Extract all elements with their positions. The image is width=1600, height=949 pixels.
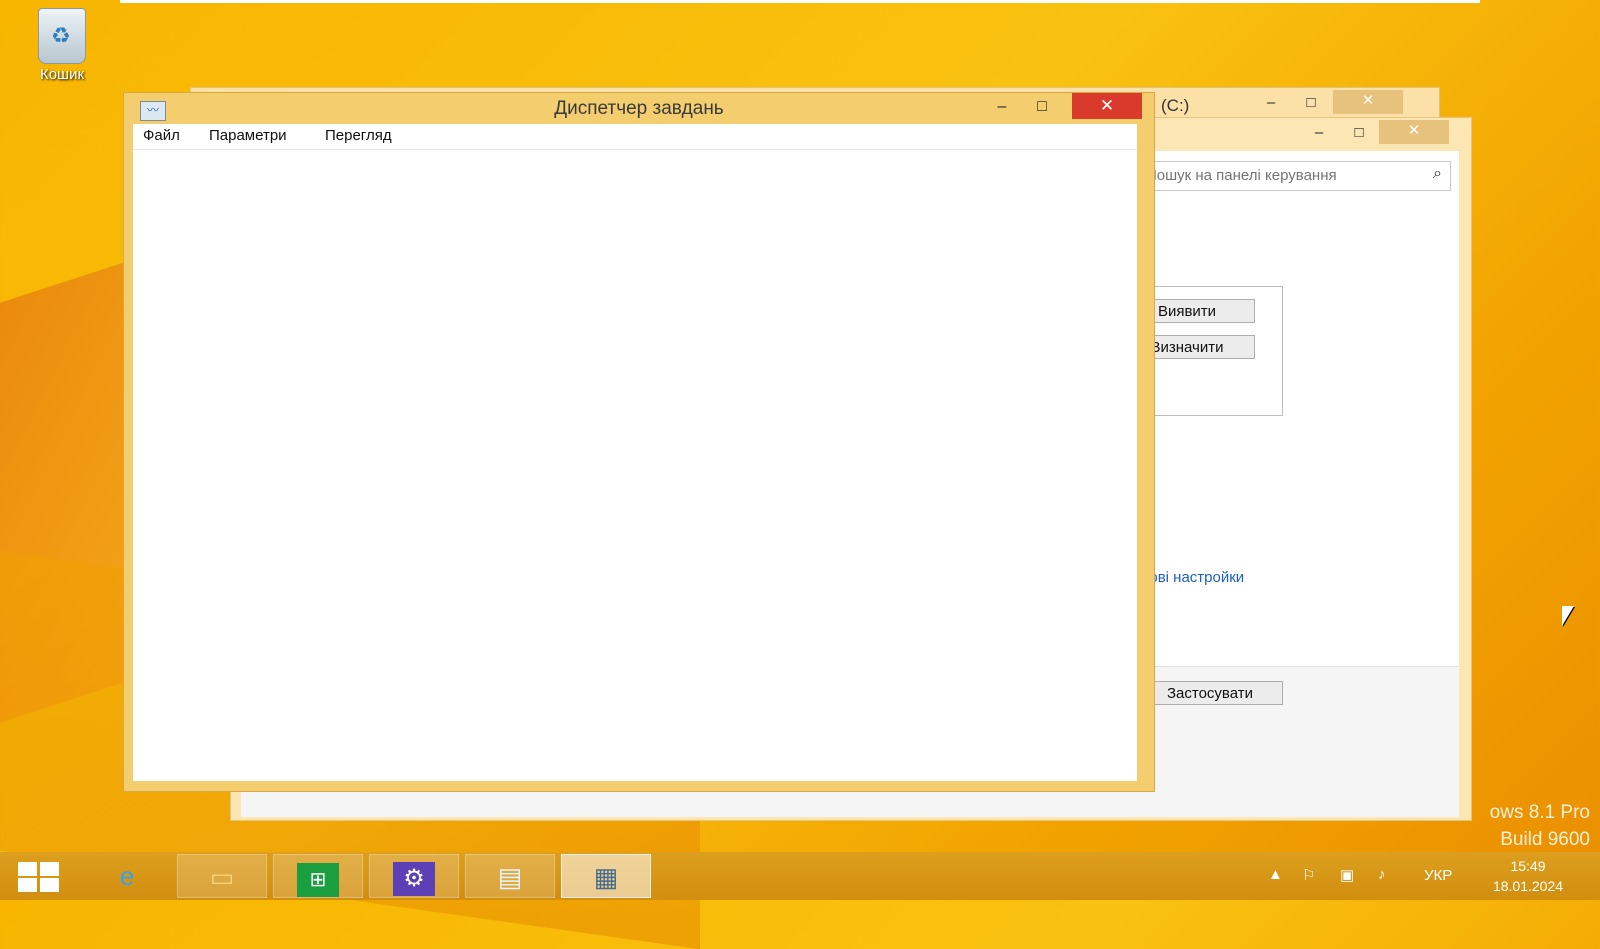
minimize-button[interactable]: – — [1299, 122, 1339, 146]
drive-window-title: (C:) — [1161, 96, 1190, 115]
show-hidden-icons-icon[interactable]: ▲ — [1268, 866, 1283, 883]
volume-icon[interactable]: ♪ — [1378, 866, 1386, 883]
language-indicator[interactable]: УКР — [1424, 867, 1452, 884]
maximize-button[interactable]: □ — [1024, 95, 1060, 120]
file-explorer-icon[interactable]: ▭ — [177, 854, 267, 898]
network-icon[interactable]: ▣ — [1340, 866, 1354, 884]
control-panel-icon[interactable]: ▤ — [465, 854, 555, 898]
task-manager-window[interactable]: 〰 Диспетчер завдань – □ ✕ Файл Параметри… — [123, 92, 1155, 792]
start-button[interactable] — [18, 862, 60, 892]
search-icon[interactable]: ⌕ — [1433, 165, 1442, 183]
recycle-bin-label: Кошик — [39, 66, 85, 83]
maximize-button[interactable]: □ — [1339, 122, 1379, 146]
task-manager-taskbar-icon[interactable]: ▦ — [561, 854, 651, 898]
windows-watermark-edition: ows 8.1 Pro — [1489, 802, 1590, 823]
maximize-button[interactable]: □ — [1291, 92, 1331, 116]
close-button[interactable]: ✕ — [1333, 90, 1403, 114]
window-edge-strip — [120, 0, 1480, 3]
menu-bar: Файл Параметри Перегляд — [133, 124, 1137, 149]
close-button[interactable]: ✕ — [1379, 120, 1449, 144]
action-center-flag-icon[interactable]: ⚐ — [1302, 866, 1315, 884]
recycle-bin-icon — [38, 8, 86, 64]
internet-explorer-icon[interactable]: e — [82, 854, 172, 898]
menu-file[interactable]: Файл — [143, 127, 180, 144]
clock-time: 15:49 — [1510, 858, 1546, 874]
settings-icon[interactable]: ⚙ — [369, 854, 459, 898]
menu-options[interactable]: Параметри — [209, 127, 287, 144]
apply-button[interactable]: Застосувати — [1137, 681, 1283, 705]
menu-view[interactable]: Перегляд — [325, 127, 392, 144]
recycle-bin[interactable]: Кошик — [22, 8, 102, 83]
minimize-button[interactable]: – — [984, 95, 1020, 120]
clock[interactable]: 15:49 18.01.2024 — [1478, 856, 1578, 896]
windows-watermark-build: Build 9600 — [1500, 829, 1590, 850]
close-button[interactable]: ✕ — [1072, 93, 1142, 119]
clock-date: 18.01.2024 — [1492, 878, 1564, 894]
store-icon[interactable]: ⊞ — [273, 854, 363, 898]
taskbar: e ▭ ⊞ ⚙ ▤ ▦ ▲ ⚐ ▣ ♪ УКР 15:49 18.01.2024 — [0, 852, 1600, 900]
minimize-button[interactable]: – — [1251, 92, 1291, 116]
mouse-cursor-icon — [1562, 606, 1574, 626]
task-manager-body — [133, 149, 1137, 781]
search-input[interactable] — [1140, 162, 1412, 188]
search-box[interactable]: ⌕ — [1139, 161, 1451, 191]
